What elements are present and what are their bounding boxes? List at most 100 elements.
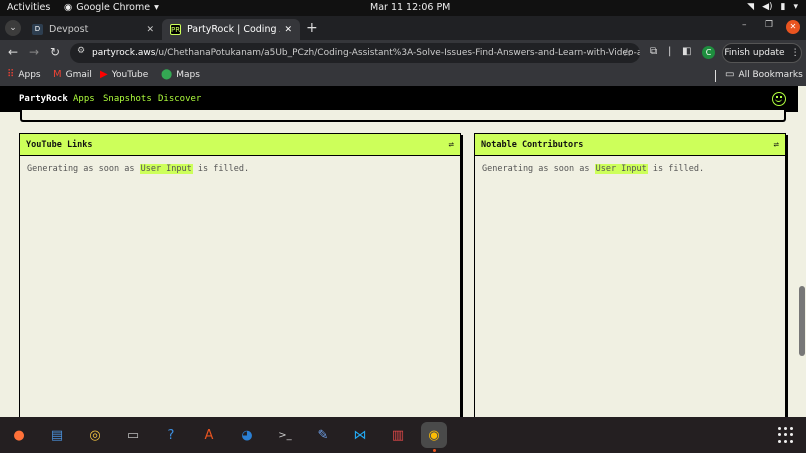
status-text: is filled. <box>652 164 705 174</box>
widget-title: YouTube Links <box>26 139 93 150</box>
battery-icon: ▮ <box>780 2 786 12</box>
new-tab-icon[interactable]: + <box>306 20 318 36</box>
partyrock-logo[interactable]: PartyRock <box>19 94 68 104</box>
app-menu-label: Google Chrome <box>76 2 151 13</box>
finish-update-label: Finish update <box>724 48 785 58</box>
bookmark-gmail[interactable]: M Gmail <box>53 69 92 80</box>
forward-arrow-icon[interactable]: → <box>29 45 39 59</box>
app-menu[interactable]: ◉ Google Chrome ▾ <box>64 2 159 13</box>
tab-devpost[interactable]: D Devpost ✕ <box>24 19 162 40</box>
settings-sliders-icon[interactable]: ⇌ <box>774 140 779 150</box>
notes-icon[interactable]: ✎ <box>310 422 336 448</box>
all-bookmarks-label: All Bookmarks <box>738 69 803 80</box>
side-panel-icon[interactable]: ◧ <box>682 46 691 57</box>
files-icon[interactable]: ▭ <box>120 422 146 448</box>
system-tray[interactable]: ◥ ◀) ▮ ▾ <box>747 2 798 12</box>
maps-icon: ⬤ <box>161 69 173 80</box>
thunderbird-icon[interactable]: ◕ <box>234 422 260 448</box>
vscode-icon[interactable]: ⋈ <box>347 422 373 448</box>
profile-avatar[interactable]: C <box>702 46 715 59</box>
chevron-down-icon: ▾ <box>793 2 798 12</box>
bookmarks-separator <box>715 70 716 82</box>
rhythmbox-icon[interactable]: ◎ <box>82 422 108 448</box>
widget-notable-contributors: Notable Contributors ⇌ Generating as soo… <box>474 133 786 417</box>
bookmark-maps[interactable]: ⬤ Maps <box>161 69 200 80</box>
bookmark-label: Gmail <box>65 69 92 80</box>
bookmark-label: Apps <box>18 69 41 80</box>
wifi-icon: ◥ <box>747 2 755 12</box>
running-indicator <box>433 449 436 452</box>
document-viewer-icon[interactable]: ▥ <box>385 422 411 448</box>
kebab-menu-icon: ⋮ <box>790 48 800 58</box>
restore-icon[interactable]: ❐ <box>765 20 773 30</box>
app-center-icon[interactable]: A <box>196 422 222 448</box>
text-editor-icon[interactable]: ▤ <box>44 422 70 448</box>
page-scrollbar[interactable] <box>798 86 806 417</box>
finish-update-button[interactable]: Finish update ⋮ <box>722 43 802 63</box>
settings-sliders-icon[interactable]: ⇌ <box>449 140 454 150</box>
chevron-down-icon: ▾ <box>154 2 159 13</box>
volume-icon: ◀) <box>762 2 773 12</box>
extensions-icon[interactable]: ⧉ <box>650 46 657 57</box>
minimize-icon[interactable]: – <box>742 20 747 30</box>
bookmark-youtube[interactable]: ▶ YouTube <box>100 69 148 80</box>
nav-apps[interactable]: Apps <box>73 94 95 104</box>
show-apps-icon[interactable] <box>778 427 794 443</box>
status-text: Generating as soon as <box>27 164 135 174</box>
devpost-favicon: D <box>32 24 43 35</box>
separator: | <box>668 46 672 57</box>
back-arrow-icon[interactable]: ← <box>8 45 18 59</box>
tab-title: Devpost <box>49 24 89 35</box>
gmail-icon: M <box>53 69 62 80</box>
smiley-icon[interactable] <box>772 92 786 106</box>
youtube-icon: ▶ <box>100 69 108 80</box>
scrollbar-thumb[interactable] <box>799 286 805 356</box>
terminal-icon[interactable]: >_ <box>272 422 298 448</box>
reload-icon[interactable]: ↻ <box>50 45 60 59</box>
bookmark-star-icon[interactable]: ☆ <box>622 46 632 59</box>
clock[interactable]: Mar 11 12:06 PM <box>370 2 450 13</box>
tab-title: PartyRock | Coding Assis <box>187 24 280 35</box>
bookmark-label: YouTube <box>111 69 149 80</box>
close-window-icon[interactable]: ✕ <box>786 20 800 34</box>
activities-button[interactable]: Activities <box>7 2 50 13</box>
widget-title: Notable Contributors <box>481 139 584 150</box>
user-input-reference[interactable]: User Input <box>594 164 648 174</box>
address-bar[interactable]: ⚙ partyrock.aws/u/ChethanaPotukanam/a5Ub… <box>70 43 640 63</box>
widget-header: YouTube Links ⇌ <box>20 134 460 156</box>
nav-snapshots[interactable]: Snapshots <box>103 94 152 104</box>
nav-discover[interactable]: Discover <box>158 94 201 104</box>
site-info-icon[interactable]: ⚙ <box>77 46 85 56</box>
browser-toolbar: ← → ↻ ⚙ partyrock.aws/u/ChethanaPotukana… <box>0 40 806 66</box>
partyrock-favicon: PR <box>170 24 181 35</box>
status-text: Generating as soon as <box>482 164 590 174</box>
chrome-small-icon: ◉ <box>64 2 73 13</box>
status-text: is filled. <box>197 164 250 174</box>
close-tab-icon[interactable]: ✕ <box>146 25 154 35</box>
all-bookmarks-button[interactable]: ▭ All Bookmarks <box>725 69 803 80</box>
tab-search-button[interactable]: ⌄ <box>5 20 21 36</box>
tab-strip: ⌄ D Devpost ✕ PR PartyRock | Coding Assi… <box>0 16 806 40</box>
widget-youtube-links: YouTube Links ⇌ Generating as soon as Us… <box>19 133 461 417</box>
dock: ● ▤ ◎ ▭ ? A ◕ >_ ✎ ⋈ ▥ ◉ <box>0 417 806 453</box>
tab-partyrock[interactable]: PR PartyRock | Coding Assis ✕ <box>162 19 300 40</box>
widget-status: Generating as soon as User Input is fill… <box>20 156 460 182</box>
url-path: /u/ChethanaPotukanam/a5Ub_PCzh/Coding-As… <box>155 48 640 58</box>
bookmark-label: Maps <box>176 69 200 80</box>
partyrock-header: PartyRock Apps Snapshots Discover <box>0 86 798 112</box>
apps-grid-icon: ⠿ <box>7 69 15 80</box>
bookmark-apps[interactable]: ⠿ Apps <box>7 69 41 80</box>
user-input-reference[interactable]: User Input <box>139 164 193 174</box>
url-domain: partyrock.aws <box>92 48 156 58</box>
folder-icon: ▭ <box>725 69 735 80</box>
system-top-bar: Activities ◉ Google Chrome ▾ Mar 11 12:0… <box>0 0 806 16</box>
help-icon[interactable]: ? <box>158 422 184 448</box>
widget-status: Generating as soon as User Input is fill… <box>475 156 785 182</box>
chrome-icon[interactable]: ◉ <box>421 422 447 452</box>
bookmarks-bar: ⠿ Apps M Gmail ▶ YouTube ⬤ Maps ▭ All Bo… <box>0 66 806 86</box>
close-tab-icon[interactable]: ✕ <box>284 25 292 35</box>
firefox-icon[interactable]: ● <box>6 422 32 448</box>
page-viewport: PartyRock Apps Snapshots Discover YouTub… <box>0 86 798 417</box>
previous-widget-bottom <box>20 110 786 122</box>
widget-header: Notable Contributors ⇌ <box>475 134 785 156</box>
